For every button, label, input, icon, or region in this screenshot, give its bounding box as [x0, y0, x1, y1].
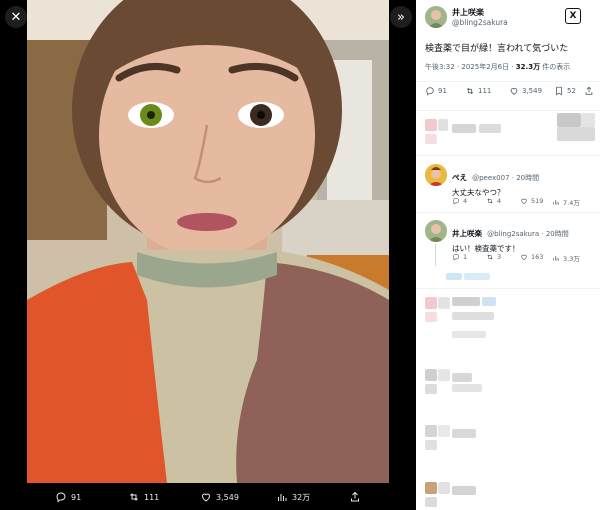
- tweet-photo[interactable]: [27, 0, 389, 483]
- avatar-image: [425, 6, 447, 28]
- reply-action-like[interactable]: 163: [520, 253, 543, 261]
- divider: [416, 110, 600, 111]
- share-icon: [585, 86, 593, 95]
- reply-author-name: ぺえ: [452, 173, 467, 182]
- reply-stat[interactable]: 91: [425, 86, 447, 96]
- x-logo: X: [565, 8, 581, 24]
- retweet-icon: [466, 87, 474, 95]
- bookmark-icon: [556, 86, 562, 96]
- views-action[interactable]: 32万: [276, 491, 310, 503]
- retweet-icon: [487, 254, 493, 260]
- reply-icon: [452, 197, 460, 205]
- close-button[interactable]: ✕: [5, 6, 27, 28]
- view-count: 32.3万: [515, 63, 541, 71]
- reply-action-reply[interactable]: 4: [452, 197, 467, 205]
- avatar[interactable]: [425, 164, 447, 186]
- author-handle: @bling2sakura: [452, 18, 508, 27]
- bookmark-stat[interactable]: 52: [554, 86, 576, 96]
- media-viewer: ✕ » 91 111 3,549 32万: [0, 0, 416, 510]
- avatar[interactable]: [425, 220, 447, 242]
- view-suffix: 件の表示: [540, 63, 571, 71]
- share-stat[interactable]: [584, 86, 594, 96]
- share-action[interactable]: [349, 491, 361, 503]
- reply-icon: [452, 253, 460, 261]
- like-action[interactable]: 3,549: [200, 491, 239, 503]
- retweet-action[interactable]: 111: [128, 491, 159, 503]
- heart-icon: [521, 198, 527, 205]
- share-icon: [351, 491, 359, 502]
- heart-icon: [201, 493, 211, 502]
- views-icon: [278, 494, 287, 501]
- retweet-stat[interactable]: 111: [465, 86, 491, 96]
- reply-icon: [426, 87, 434, 96]
- reply-meta: @peex007 · 20時間: [472, 174, 540, 182]
- avatar-image: [425, 220, 447, 242]
- photo-image: [27, 0, 389, 483]
- divider: [416, 155, 600, 156]
- author-name: 井上咲楽: [452, 8, 484, 17]
- tweet-text: 検査薬で目が緑！言われて気づいた: [425, 44, 569, 54]
- heart-icon: [521, 254, 527, 261]
- divider: [416, 81, 600, 82]
- reply-action-reply[interactable]: 1: [452, 253, 467, 261]
- tweet-detail-panel: 井上咲楽 @bling2sakura X 検査薬で目が緑！言われて気づいた 午後…: [416, 0, 600, 510]
- divider: [416, 212, 600, 213]
- reply-action[interactable]: 91: [55, 491, 81, 503]
- tweet-meta: 午後3:32 · 2025年2月6日 · 32.3万 件の表示: [425, 62, 570, 72]
- retweet-icon: [130, 493, 138, 501]
- media-action-bar: 91 111 3,549 32万: [0, 486, 416, 508]
- collapse-panel-button[interactable]: »: [390, 6, 412, 28]
- chevron-right-icon: »: [397, 9, 405, 25]
- avatar[interactable]: [425, 6, 447, 28]
- reply-meta: @bling2sakura · 20時間: [487, 230, 569, 238]
- tweet-time[interactable]: 午後3:32 · 2025年2月6日 ·: [425, 63, 516, 71]
- views-icon: [553, 256, 559, 261]
- like-stat[interactable]: 3,549: [509, 86, 542, 96]
- views-icon: [553, 200, 559, 205]
- reply-icon: [56, 492, 66, 503]
- thread-line: [435, 244, 436, 266]
- close-icon: ✕: [10, 9, 22, 25]
- reply-author-name: 井上咲楽: [452, 229, 482, 238]
- retweet-icon: [487, 198, 493, 204]
- avatar-image: [425, 164, 447, 186]
- divider: [416, 288, 600, 289]
- reply-action-views[interactable]: 7.4万: [552, 197, 580, 207]
- reply-action-like[interactable]: 519: [520, 197, 543, 205]
- reply-action-retweet[interactable]: 3: [486, 253, 501, 261]
- reply-action-views[interactable]: 3.3万: [552, 253, 580, 263]
- reply-action-retweet[interactable]: 4: [486, 197, 501, 205]
- author-block[interactable]: 井上咲楽 @bling2sakura: [452, 7, 508, 27]
- heart-icon: [510, 88, 518, 95]
